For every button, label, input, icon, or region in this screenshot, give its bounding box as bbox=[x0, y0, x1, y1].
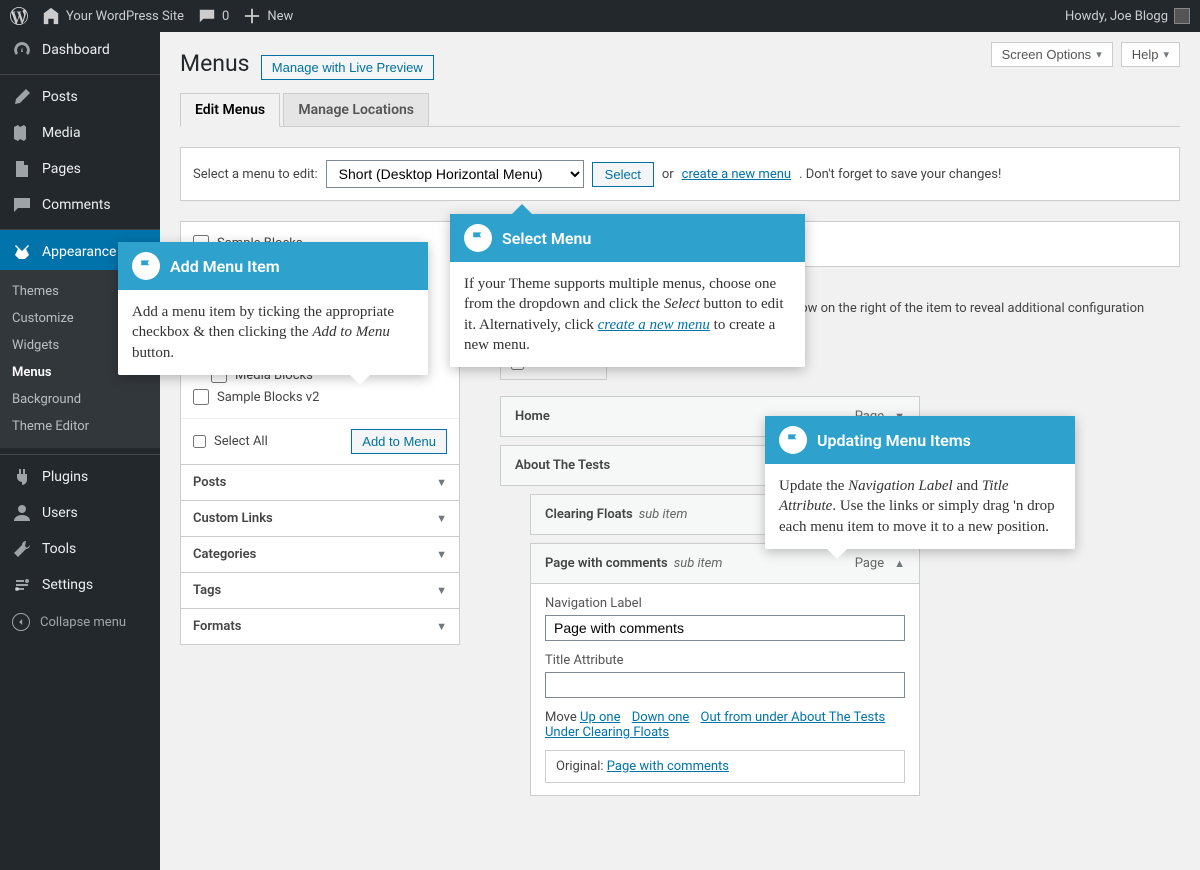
submenu-theme-editor[interactable]: Theme Editor bbox=[0, 413, 160, 440]
select-all-checkbox[interactable]: Select All bbox=[193, 434, 268, 449]
sidebar-item-settings[interactable]: Settings bbox=[0, 567, 160, 603]
title-attr-label: Title Attribute bbox=[545, 653, 905, 668]
menu-item-settings: Navigation Label Title Attribute Move Up… bbox=[530, 584, 920, 796]
add-to-menu-button[interactable]: Add to Menu bbox=[351, 429, 447, 454]
move-under[interactable]: Under Clearing Floats bbox=[545, 725, 669, 740]
tooltip-add-menu-item: Add Menu Item Add a menu item by ticking… bbox=[118, 242, 428, 375]
select-button[interactable]: Select bbox=[592, 162, 654, 187]
tab-edit-menus[interactable]: Edit Menus bbox=[180, 93, 280, 127]
flag-icon bbox=[464, 224, 492, 252]
admin-sidebar: Dashboard Posts Media Pages Comments App… bbox=[0, 32, 160, 870]
submenu-background[interactable]: Background bbox=[0, 386, 160, 413]
sidebar-item-plugins[interactable]: Plugins bbox=[0, 454, 160, 495]
postbox-categories[interactable]: Categories▼ bbox=[180, 536, 460, 573]
chevron-down-icon: ▼ bbox=[436, 476, 447, 489]
checkbox-sample-blocks-v2[interactable]: Sample Blocks v2 bbox=[193, 386, 447, 408]
nav-label-input[interactable] bbox=[545, 615, 905, 641]
original-link[interactable]: Page with comments bbox=[607, 759, 729, 774]
avatar bbox=[1174, 8, 1190, 24]
admin-bar: Your WordPress Site 0 New Howdy, Joe Blo… bbox=[0, 0, 1200, 32]
move-row: Move Up one Down one Out from under Abou… bbox=[545, 710, 905, 740]
comments-link[interactable]: 0 bbox=[198, 7, 229, 25]
tooltip-select-menu: Select Menu If your Theme supports multi… bbox=[450, 214, 805, 367]
sidebar-item-pages[interactable]: Pages bbox=[0, 151, 160, 187]
chevron-down-icon: ▼ bbox=[436, 620, 447, 633]
wp-logo[interactable] bbox=[10, 7, 28, 25]
chevron-down-icon: ▼ bbox=[436, 548, 447, 561]
chevron-down-icon: ▼ bbox=[436, 512, 447, 525]
create-new-menu-link[interactable]: create a new menu bbox=[682, 167, 791, 182]
postbox-posts[interactable]: Posts▼ bbox=[180, 464, 460, 501]
move-down-one[interactable]: Down one bbox=[632, 710, 690, 725]
menu-select-bar: Select a menu to edit: Short (Desktop Ho… bbox=[180, 147, 1180, 201]
live-preview-button[interactable]: Manage with Live Preview bbox=[261, 55, 434, 80]
postbox-tags[interactable]: Tags▼ bbox=[180, 572, 460, 609]
site-name[interactable]: Your WordPress Site bbox=[42, 7, 184, 25]
chevron-down-icon: ▼ bbox=[436, 584, 447, 597]
menu-select-label: Select a menu to edit: bbox=[193, 167, 318, 182]
move-out[interactable]: Out from under About The Tests bbox=[701, 710, 886, 725]
flag-icon bbox=[132, 252, 160, 280]
help-button[interactable]: Help bbox=[1121, 42, 1180, 67]
page-title: Menus bbox=[180, 32, 250, 87]
postbox-custom-links[interactable]: Custom Links▼ bbox=[180, 500, 460, 537]
nav-label-label: Navigation Label bbox=[545, 596, 905, 611]
sidebar-item-comments[interactable]: Comments bbox=[0, 187, 160, 223]
chevron-up-icon[interactable]: ▲ bbox=[894, 557, 905, 570]
screen-options-button[interactable]: Screen Options bbox=[991, 42, 1113, 67]
tooltip-updating-items: Updating Menu Items Update the Navigatio… bbox=[765, 416, 1075, 549]
original-box: Original: Page with comments bbox=[545, 750, 905, 783]
sidebar-item-media[interactable]: Media bbox=[0, 115, 160, 151]
move-up-one[interactable]: Up one bbox=[580, 710, 620, 725]
collapse-menu[interactable]: Collapse menu bbox=[0, 603, 160, 641]
menu-item-page-comments[interactable]: Page with commentssub itemPage▲ bbox=[530, 543, 920, 584]
title-attr-input[interactable] bbox=[545, 672, 905, 698]
sidebar-item-users[interactable]: Users bbox=[0, 495, 160, 531]
sidebar-item-dashboard[interactable]: Dashboard bbox=[0, 32, 160, 68]
sidebar-item-posts[interactable]: Posts bbox=[0, 74, 160, 115]
user-greeting[interactable]: Howdy, Joe Blogg bbox=[1065, 8, 1190, 24]
new-content[interactable]: New bbox=[243, 7, 293, 25]
tooltip-create-link[interactable]: create a new menu bbox=[598, 317, 710, 333]
sidebar-item-tools[interactable]: Tools bbox=[0, 531, 160, 567]
nav-tabs: Edit Menus Manage Locations bbox=[180, 93, 1180, 127]
flag-icon bbox=[779, 426, 807, 454]
tab-manage-locations[interactable]: Manage Locations bbox=[283, 93, 429, 126]
postbox-formats[interactable]: Formats▼ bbox=[180, 608, 460, 645]
menu-select-dropdown[interactable]: Short (Desktop Horizontal Menu) bbox=[326, 160, 584, 188]
